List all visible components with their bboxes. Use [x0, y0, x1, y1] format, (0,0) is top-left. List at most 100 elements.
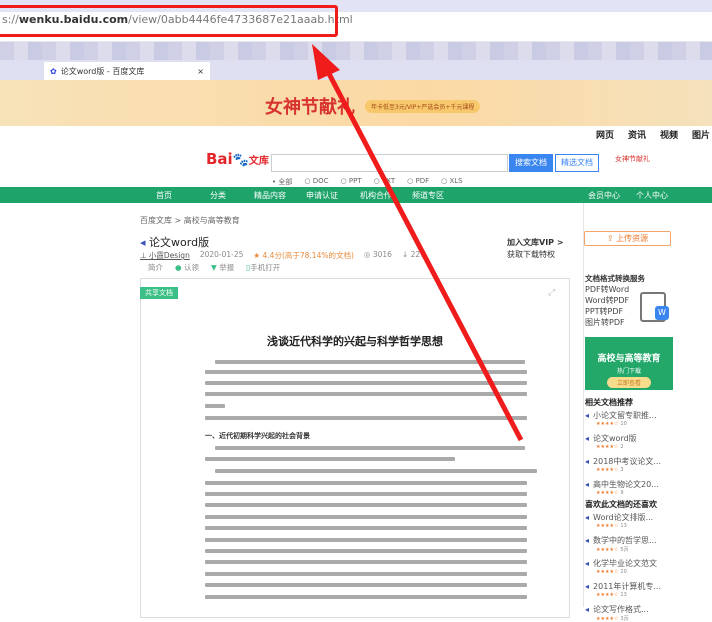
intro-button[interactable]: 简介 [148, 262, 163, 273]
filter-all[interactable]: • 全部 [272, 177, 292, 187]
sidebar-doc-link[interactable]: ◂ 数学中的哲学思... [585, 535, 657, 546]
report-button[interactable]: ▼ 举报 [211, 262, 234, 273]
doc-meta: ⊥ 小霞Design 2020-01-25 ★ 4.4分(高于78.14%的文档… [140, 250, 425, 261]
text-line [215, 446, 525, 450]
sidebar-doc-link[interactable]: ◂ 高中生物论文20... [585, 479, 659, 490]
doc-views: ◎ 3016 [363, 250, 392, 259]
conversion-list: PDF转Word Word转PDF PPT转PDF 图片转PDF [585, 284, 629, 328]
word-icon: ◂ [585, 480, 590, 489]
word-icon: ◂ [585, 536, 590, 545]
conv-img-pdf[interactable]: 图片转PDF [585, 317, 629, 328]
text-line [205, 549, 527, 553]
banner-title: 女神节献礼 [265, 97, 355, 118]
paper-title: 浅谈近代科学的兴起与科学哲学思想 [267, 335, 443, 348]
text-line [205, 526, 527, 530]
text-line [205, 416, 527, 420]
text-line [215, 360, 525, 364]
nav-category[interactable]: 分类 [210, 190, 226, 201]
text-line [205, 492, 527, 496]
rating-stars: ★★★★☆ 3 [596, 467, 624, 473]
text-line [205, 595, 527, 599]
rating-stars: ★★★★☆ 13 [596, 523, 627, 529]
nav-user-center[interactable]: 个人中心 [636, 190, 668, 201]
filter-doc[interactable]: ○ DOC [304, 177, 328, 187]
doc-actions: 简介 ● 认领 ▼ 举报 ▯手机打开 [148, 262, 280, 273]
also-like-title: 喜欢此文档的还喜欢 [585, 500, 657, 509]
doc-rating: ★ 4.4分(高于78.14%的文档) [253, 251, 354, 260]
nav-premium[interactable]: 精品内容 [254, 190, 286, 201]
vip-promo[interactable]: 加入文库VIP > 获取下载特权 [507, 237, 564, 261]
mobile-open-button[interactable]: ▯手机打开 [246, 262, 280, 273]
conversion-title: 文档格式转换服务 [585, 274, 645, 283]
file-type-filters: • 全部 ○ DOC ○ PPT ○ TXT ○ PDF ○ XLS [272, 177, 463, 187]
sidebar-doc-link[interactable]: ◂ 论文写作格式... [585, 604, 649, 615]
filter-pdf[interactable]: ○ PDF [407, 177, 429, 187]
nav-channels[interactable]: 频道专区 [412, 190, 444, 201]
promo-banner[interactable] [0, 80, 712, 126]
conv-word-pdf[interactable]: Word转PDF [585, 295, 629, 306]
shared-doc-tag: 共享文档 [140, 287, 178, 299]
filter-xls[interactable]: ○ XLS [441, 177, 462, 187]
word-icon: ◂ [585, 559, 590, 568]
nav-home[interactable]: 首页 [156, 190, 172, 201]
rating-stars: ★★★★☆ 2 [596, 444, 624, 450]
rating-stars: ★★★★☆ 10 [596, 421, 627, 427]
text-line [205, 404, 225, 408]
baidu-wenku-logo[interactable]: Bai🐾文库 [206, 150, 269, 168]
rating-stars: ★★★★☆ 13 [596, 592, 627, 598]
text-line [205, 392, 527, 396]
word-icon: ◂ [585, 513, 590, 522]
paper-section-heading: 一、近代初期科学兴起的社会背景 [205, 432, 310, 440]
sidebar-doc-link[interactable]: ◂ 小论文留专职推... [585, 410, 657, 421]
filter-ppt[interactable]: ○ PPT [341, 177, 362, 187]
nav-certify[interactable]: 申请认证 [306, 190, 338, 201]
header-promo[interactable]: 女神节献礼 [615, 154, 650, 164]
tab-close-icon[interactable]: × [197, 67, 204, 76]
search-docs-button[interactable]: 搜索文档 [509, 154, 553, 172]
nav-member-center[interactable]: 会员中心 [588, 190, 620, 201]
upload-button[interactable]: ⇪ 上传资源 [584, 231, 671, 246]
rating-stars: ★★★★☆ 9 [596, 490, 624, 496]
text-line [205, 481, 527, 485]
ad-view-button[interactable]: 立即查看 [606, 377, 651, 388]
sidebar-doc-link[interactable]: ◂ 论文word版 [585, 433, 637, 444]
author-link[interactable]: ⊥ 小霞Design [140, 250, 190, 261]
text-line [205, 572, 527, 576]
link-images[interactable]: 图片 [692, 128, 710, 141]
rating-stars: ★★★★☆ 5页 [596, 547, 629, 553]
claim-button[interactable]: ● 认领 [175, 262, 199, 273]
url-highlight-box [0, 5, 338, 37]
text-line [205, 503, 527, 507]
text-line [205, 560, 527, 564]
text-line [205, 583, 527, 587]
breadcrumb[interactable]: 百度文库 > 高校与高等教育 [140, 215, 240, 226]
conv-ppt-pdf[interactable]: PPT转PDF [585, 306, 629, 317]
sidebar-doc-link[interactable]: ◂ 2011年计算机专... [585, 581, 661, 592]
link-web[interactable]: 网页 [596, 128, 614, 141]
featured-docs-button[interactable]: 精选文档 [555, 154, 599, 172]
word-icon: ◂ [140, 236, 150, 249]
sidebar-divider [583, 203, 584, 607]
nav-institution[interactable]: 机构合作 [360, 190, 392, 201]
browser-tab[interactable]: ✿ 论文word版 - 百度文库 × [44, 62, 210, 80]
banner-pill[interactable]: 年卡低至3元/VIP+严选会员+千元课程 [365, 100, 481, 113]
doc-date: 2020-01-25 [199, 250, 244, 259]
main-nav: 首页 分类 精品内容 申请认证 机构合作 频道专区 会员中心 个人中心 [0, 187, 712, 203]
sidebar-ad[interactable]: 高校与高等教育 热门下载 立即查看 [585, 337, 673, 390]
word-icon: ◂ [585, 434, 590, 443]
link-video[interactable]: 视频 [660, 128, 678, 141]
filter-txt[interactable]: ○ TXT [374, 177, 396, 187]
link-news[interactable]: 资讯 [628, 128, 646, 141]
search-input[interactable] [271, 154, 508, 172]
related-title: 相关文档推荐 [585, 398, 633, 407]
tab-title: 论文word版 - 百度文库 [60, 66, 145, 76]
word-icon: ◂ [585, 457, 590, 466]
word-icon: ◂ [585, 411, 590, 420]
fullscreen-icon[interactable]: ⤢ [548, 288, 555, 298]
sidebar-doc-link[interactable]: ◂ 化学毕业论文范文 [585, 558, 657, 569]
doc-downloads: ↓ 227 [401, 250, 425, 259]
conv-pdf-word[interactable]: PDF转Word [585, 284, 629, 295]
sidebar-doc-link[interactable]: ◂ Word论文排版... [585, 512, 653, 523]
sidebar-doc-link[interactable]: ◂ 2018中考议论文... [585, 456, 661, 467]
word-icon: ◂ [585, 605, 590, 614]
